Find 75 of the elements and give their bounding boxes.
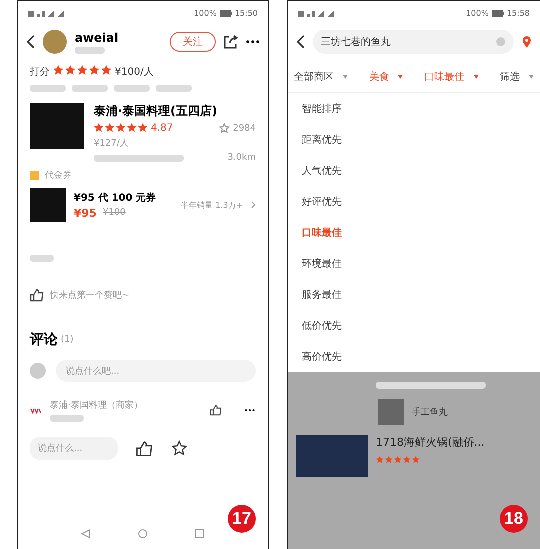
sort-option[interactable]: 智能排序 [288, 93, 540, 124]
back-icon[interactable] [26, 35, 35, 49]
battery-icon [220, 10, 232, 17]
step-number-badge: 17 [228, 505, 256, 533]
blurred-text [72, 85, 108, 92]
battery-level: 100% [194, 9, 217, 18]
share-icon[interactable] [224, 35, 238, 49]
location-pin-icon[interactable] [522, 36, 532, 48]
favorite-count: 2984 [233, 124, 256, 134]
blurred-text [30, 255, 54, 262]
sort-option[interactable]: 服务最佳 [288, 279, 540, 310]
follow-button[interactable]: 关注 [170, 32, 216, 52]
thumbs-up-icon[interactable] [30, 289, 44, 302]
caret-icon [474, 75, 479, 79]
star-outline-icon[interactable] [219, 123, 230, 134]
blurred-text [50, 415, 84, 422]
more-icon[interactable] [246, 40, 260, 44]
shop-name[interactable]: 泰浦·泰国料理(五四店) [94, 103, 256, 120]
coupon-tag: 代金券 [45, 169, 72, 182]
like-prompt: 快来点第一个赞吧~ [50, 290, 130, 302]
home-nav-icon[interactable] [138, 529, 148, 539]
star-outline-icon[interactable] [171, 440, 188, 457]
dish-photo [378, 399, 404, 425]
search-field[interactable]: 三坊七巷的鱼丸 [313, 30, 514, 54]
avatar [43, 30, 67, 54]
comments-title: 评论 [30, 331, 58, 349]
caret-icon [528, 75, 534, 79]
price-per-person: ¥100/人 [115, 66, 154, 79]
clock-time: 15:58 [506, 9, 530, 18]
blurred-text [30, 85, 66, 92]
shop-score: 4.87 [151, 123, 174, 134]
coupon-original-price: ¥100 [102, 208, 126, 218]
sales-count: 半年销量 1.3万+ [181, 200, 243, 210]
chevron-right-icon[interactable] [251, 201, 256, 209]
comment-author: 泰浦·泰国料理（商家） [50, 400, 143, 412]
battery-level: 100% [466, 9, 489, 18]
caret-icon [398, 75, 404, 79]
restaurant-name[interactable]: 1718海鲜火锅(融侨... [376, 435, 485, 450]
filter-dropdown[interactable]: 全部商区 [294, 70, 334, 84]
filter-dropdown[interactable]: 美食 [369, 70, 390, 84]
battery-icon [492, 10, 504, 17]
coupon-title[interactable]: ¥95 代 100 元券 [74, 190, 156, 204]
blurred-text [156, 85, 192, 92]
filter-dropdown[interactable]: 口味最佳 [424, 70, 465, 84]
sort-option[interactable]: 人气优先 [288, 155, 540, 186]
caret-icon [343, 75, 348, 79]
coupon-image [30, 188, 66, 222]
shop-price: ¥127/人 [94, 138, 130, 150]
sort-option[interactable]: 好评优先 [288, 186, 540, 217]
more-icon[interactable] [244, 409, 256, 412]
shop-logo-icon [30, 408, 42, 414]
sort-option[interactable]: 口味最佳 [288, 217, 540, 248]
sort-option[interactable]: 距离优先 [288, 124, 540, 155]
coupon-price: ¥95 [74, 206, 97, 220]
avatar [30, 363, 46, 379]
thumbs-up-icon[interactable] [210, 405, 222, 416]
back-icon[interactable] [296, 35, 305, 49]
shop-image [30, 103, 84, 149]
comments-count: (1) [61, 335, 74, 345]
dish-name: 手工鱼丸 [412, 406, 448, 418]
restaurant-logo [296, 435, 368, 477]
user-name: aweial [75, 30, 119, 44]
sort-option[interactable]: 环境最佳 [288, 248, 540, 279]
rating-label: 打分 [30, 66, 50, 79]
clock-time: 15:50 [234, 9, 258, 18]
shop-distance: 3.0km [228, 153, 256, 163]
filter-dropdown[interactable]: 筛选 [500, 70, 520, 84]
thumbs-up-icon[interactable] [136, 440, 153, 456]
coupon-tag-icon [30, 171, 39, 180]
sort-option[interactable]: 低价优先 [288, 310, 540, 341]
blurred-text [114, 85, 150, 92]
blurred-text [75, 46, 105, 54]
back-nav-icon[interactable] [81, 529, 92, 539]
recents-nav-icon[interactable] [194, 529, 205, 539]
sort-option[interactable]: 高价优先 [288, 341, 540, 372]
